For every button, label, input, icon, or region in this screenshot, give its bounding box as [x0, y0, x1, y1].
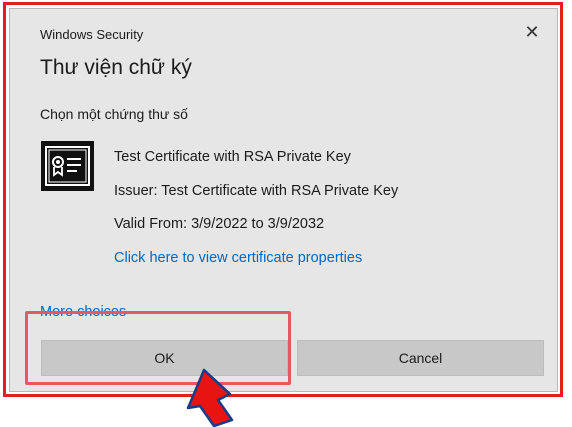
ok-button[interactable]: OK [41, 340, 288, 376]
view-certificate-properties-link[interactable]: Click here to view certificate propertie… [114, 250, 362, 266]
more-choices-link[interactable]: More choices [40, 304, 126, 320]
window-title: Windows Security [40, 27, 144, 42]
close-icon: ✕ [524, 22, 540, 42]
ok-button-label: OK [154, 350, 175, 366]
certificate-name[interactable]: Test Certificate with RSA Private Key [114, 149, 351, 165]
certificate-validity: Valid From: 3/9/2022 to 3/9/2032 [114, 216, 325, 232]
dialog-heading: Thư viện chữ ký [40, 56, 192, 79]
windows-security-dialog: Windows Security ✕ Thư viện chữ ký Chọn … [9, 8, 558, 392]
cancel-button-label: Cancel [398, 350, 443, 366]
screenshot-red-border: Windows Security ✕ Thư viện chữ ký Chọn … [3, 2, 563, 397]
cancel-button[interactable]: Cancel [297, 340, 544, 376]
certificate-issuer: Issuer: Test Certificate with RSA Privat… [114, 183, 399, 199]
certificate-icon [41, 141, 94, 191]
close-button[interactable]: ✕ [521, 21, 543, 43]
dialog-subheading: Chọn một chứng thư số [40, 106, 188, 122]
